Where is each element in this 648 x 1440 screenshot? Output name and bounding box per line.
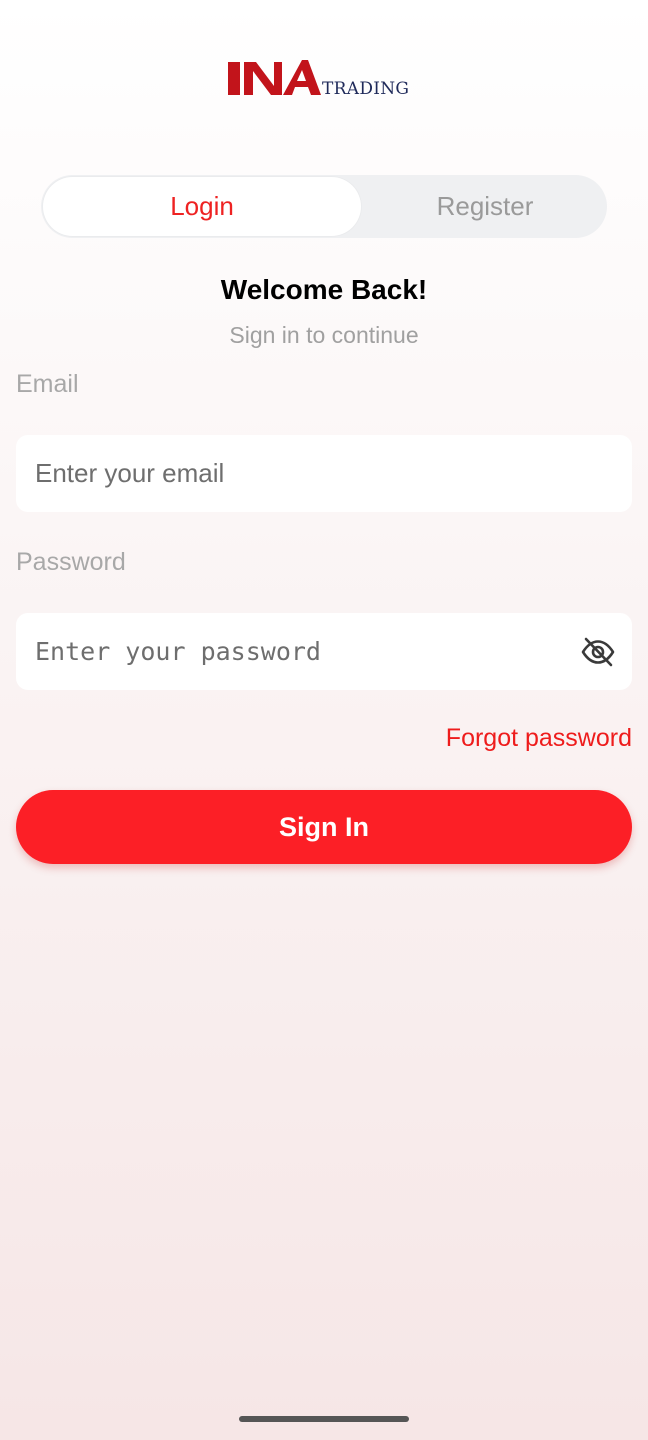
tab-register-label: Register [436, 191, 534, 221]
email-field [16, 435, 632, 512]
password-label: Password [16, 548, 126, 576]
auth-tab-switch: Login Register [41, 175, 607, 238]
svg-text:TRADING: TRADING [322, 79, 409, 99]
password-input[interactable] [16, 613, 632, 690]
email-input[interactable] [16, 435, 632, 512]
sign-in-button[interactable]: Sign In [16, 790, 632, 864]
sign-in-button-label: Sign In [279, 811, 369, 842]
page-subtitle: Sign in to continue [229, 322, 419, 348]
tab-register[interactable]: Register [363, 175, 607, 238]
brand-logo: TRADING [228, 58, 428, 100]
password-field [16, 613, 632, 690]
home-indicator[interactable] [239, 1416, 409, 1422]
email-label: Email [16, 370, 79, 398]
forgot-password-link[interactable]: Forgot password [446, 724, 632, 753]
tab-login[interactable]: Login [43, 177, 361, 236]
eye-off-icon[interactable] [580, 634, 616, 670]
page-title: Welcome Back! [220, 274, 428, 305]
tab-login-label: Login [170, 191, 234, 221]
